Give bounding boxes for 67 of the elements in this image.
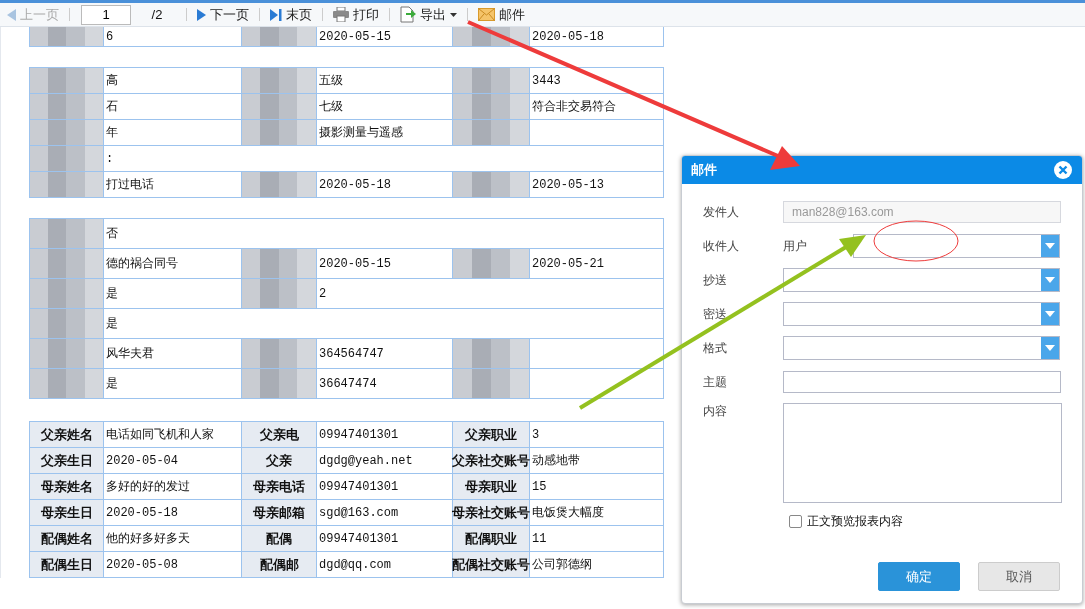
field-label: 配偶生日 <box>30 552 104 578</box>
dropdown-field[interactable] <box>783 336 1060 360</box>
table-cell: 2020-05-13 <box>530 172 664 198</box>
field-label: 配偶姓名 <box>30 526 104 552</box>
table-cell: 符合非交易符合 <box>530 94 664 120</box>
field-label: 格式 <box>703 339 728 357</box>
field-label: 父亲社交账号 <box>453 448 530 474</box>
table-cell: 11 <box>530 526 664 552</box>
field-label: 内容 <box>703 403 728 420</box>
table-cell: 3443 <box>530 68 664 94</box>
table-cell: 2 <box>317 279 664 309</box>
field-label: 配偶职业 <box>453 526 530 552</box>
content-textarea[interactable] <box>783 403 1062 503</box>
last-button[interactable]: 末页 <box>267 5 315 24</box>
input-field[interactable] <box>783 371 1061 393</box>
last-page-icon <box>270 8 282 21</box>
field-label: 配偶社交账号 <box>453 552 530 578</box>
field-label: 密送 <box>703 305 728 323</box>
next-button[interactable]: 下一页 <box>194 5 252 24</box>
table-cell: 3 <box>530 422 664 448</box>
table-cell: 公司郭德纲 <box>530 552 664 578</box>
field-label: 父亲职业 <box>453 422 530 448</box>
close-icon[interactable] <box>1054 161 1072 179</box>
field-label: 母亲社交账号 <box>453 500 530 526</box>
print-button[interactable]: 打印 <box>330 5 382 24</box>
export-icon <box>400 6 416 23</box>
field-label: 父亲姓名 <box>30 422 104 448</box>
left-triangle-icon <box>7 8 16 21</box>
caret-icon <box>450 12 457 17</box>
caret-icon <box>1045 311 1055 317</box>
page-number-field[interactable]: 1 <box>81 4 131 25</box>
preview-checkbox[interactable]: 正文预览报表内容 <box>789 513 1062 530</box>
field-label: 母亲邮箱 <box>242 500 317 526</box>
table-cell: 2020-05-18 <box>530 27 664 47</box>
dropdown-field[interactable] <box>783 268 1060 292</box>
printer-icon <box>333 7 349 22</box>
caret-icon <box>1045 277 1055 283</box>
field-prefix: 用户 <box>783 237 808 255</box>
right-triangle-icon <box>197 8 206 21</box>
caret-icon <box>1045 345 1055 351</box>
field-label: 父亲 <box>242 448 317 474</box>
table-cell: 动感地带 <box>530 448 664 474</box>
export-button[interactable]: 导出 <box>397 5 460 24</box>
dropdown-field[interactable] <box>783 302 1060 326</box>
field-label: 收件人 <box>703 237 740 255</box>
field-label: 母亲电话 <box>242 474 317 500</box>
field-label: 发件人 <box>703 203 740 221</box>
cancel-button[interactable]: 取消 <box>978 562 1060 591</box>
dropdown-field[interactable] <box>853 234 1060 258</box>
page-total: /2 <box>150 7 164 22</box>
table-cell: 2020-05-21 <box>530 249 664 279</box>
table-cell: 电饭煲大幅度 <box>530 500 664 526</box>
table-cell: 15 <box>530 474 664 500</box>
field-label: 父亲电 <box>242 422 317 448</box>
field-label: 父亲生日 <box>30 448 104 474</box>
caret-icon <box>1045 243 1055 249</box>
mail-button[interactable]: 邮件 <box>475 5 528 24</box>
field-label: 母亲姓名 <box>30 474 104 500</box>
envelope-icon <box>478 8 495 21</box>
field-label: 配偶 <box>242 526 317 552</box>
table-cell: dgd@qq.com <box>317 552 453 578</box>
dialog-title: 邮件 <box>691 161 717 179</box>
field-label: 配偶邮 <box>242 552 317 578</box>
field-label: 母亲生日 <box>30 500 104 526</box>
field-label: 主题 <box>703 373 728 391</box>
field-label: 抄送 <box>703 271 728 289</box>
field-label: 母亲职业 <box>453 474 530 500</box>
